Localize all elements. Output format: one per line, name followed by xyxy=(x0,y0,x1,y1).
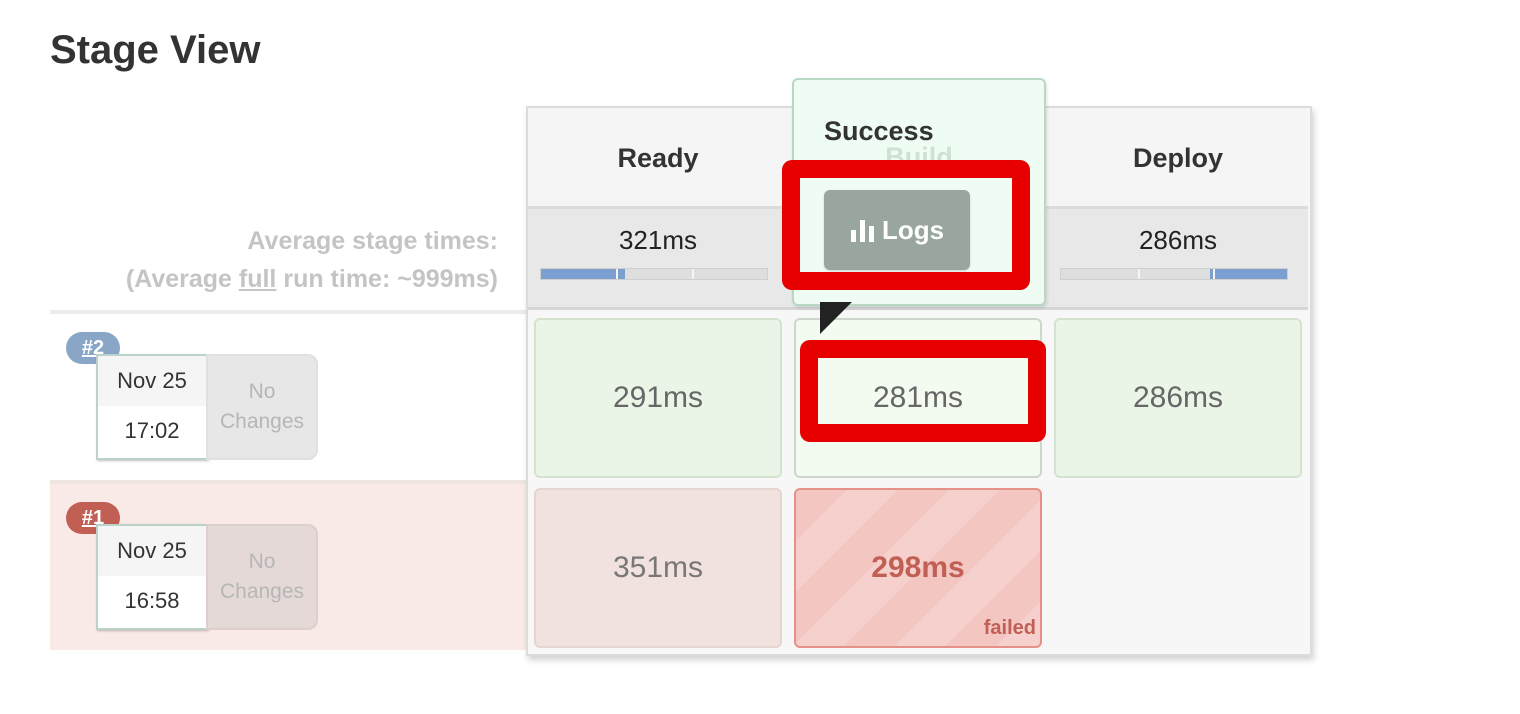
failed-label: failed xyxy=(983,617,1036,639)
bar-divider xyxy=(1138,269,1140,279)
bar-divider xyxy=(616,269,618,279)
highlight-box-cell xyxy=(800,340,1046,442)
build-time: 16:58 xyxy=(124,588,180,613)
highlight-box-logs xyxy=(782,160,1030,290)
stage-cell-success[interactable]: 291ms xyxy=(534,318,782,478)
bar-divider xyxy=(1213,269,1215,279)
changes-box[interactable]: No Changes xyxy=(206,524,318,630)
stage-average: 286ms xyxy=(1048,206,1308,310)
build-date: Nov 25 xyxy=(98,526,206,576)
stage-column-deploy: Deploy 286ms 286ms xyxy=(1048,108,1308,654)
build-row-2: #2 Nov 25 17:02 No Changes xyxy=(50,310,528,480)
changes-line-2: Changes xyxy=(219,410,305,433)
stage-average-bar xyxy=(1060,268,1288,280)
build-time: 17:02 xyxy=(124,418,180,443)
changes-line-2: Changes xyxy=(219,580,305,603)
stage-cell-empty xyxy=(1054,488,1302,648)
stage-column-ready: Ready 321ms 291ms 351ms xyxy=(528,108,788,654)
stage-header: Deploy xyxy=(1048,108,1308,206)
stage-cell-duration: 298ms xyxy=(871,551,965,584)
build-date: Nov 25 xyxy=(98,356,206,406)
average-stage-times: Average stage times: (Average full run t… xyxy=(60,222,498,298)
stage-average-bar-fill xyxy=(541,269,625,279)
changes-line-1: No xyxy=(248,380,276,403)
build-row-1: #1 Nov 25 16:58 No Changes xyxy=(50,480,528,650)
avg-full-run-time: (Average full run time: ~999ms) xyxy=(60,260,498,298)
stage-cell-failed[interactable]: 298ms failed xyxy=(794,488,1042,648)
stage-average-time: 286ms xyxy=(1138,225,1218,255)
stage-header: Ready xyxy=(528,108,788,206)
stage-average-bar xyxy=(540,268,768,280)
build-date-card: Nov 25 16:58 xyxy=(96,524,208,630)
full-run-link[interactable]: full xyxy=(239,265,277,293)
changes-line-1: No xyxy=(248,550,276,573)
build-date-card: Nov 25 17:02 xyxy=(96,354,208,460)
stage-cell-success[interactable]: 286ms xyxy=(1054,318,1302,478)
stage-average-bar-fill xyxy=(1210,269,1287,279)
stage-cell-success[interactable]: 351ms xyxy=(534,488,782,648)
popover-status: Success xyxy=(824,116,934,146)
avg-stage-times-label: Average stage times: xyxy=(247,227,498,255)
popover-pointer xyxy=(820,302,852,334)
page-title: Stage View xyxy=(50,28,261,72)
avg-full-suffix: run time: ~999ms) xyxy=(276,265,498,293)
stage-average-time: 321ms xyxy=(618,225,698,255)
changes-box[interactable]: No Changes xyxy=(206,354,318,460)
bar-divider xyxy=(692,269,694,279)
stage-average: 321ms xyxy=(528,206,788,310)
avg-full-prefix: (Average xyxy=(125,265,239,293)
